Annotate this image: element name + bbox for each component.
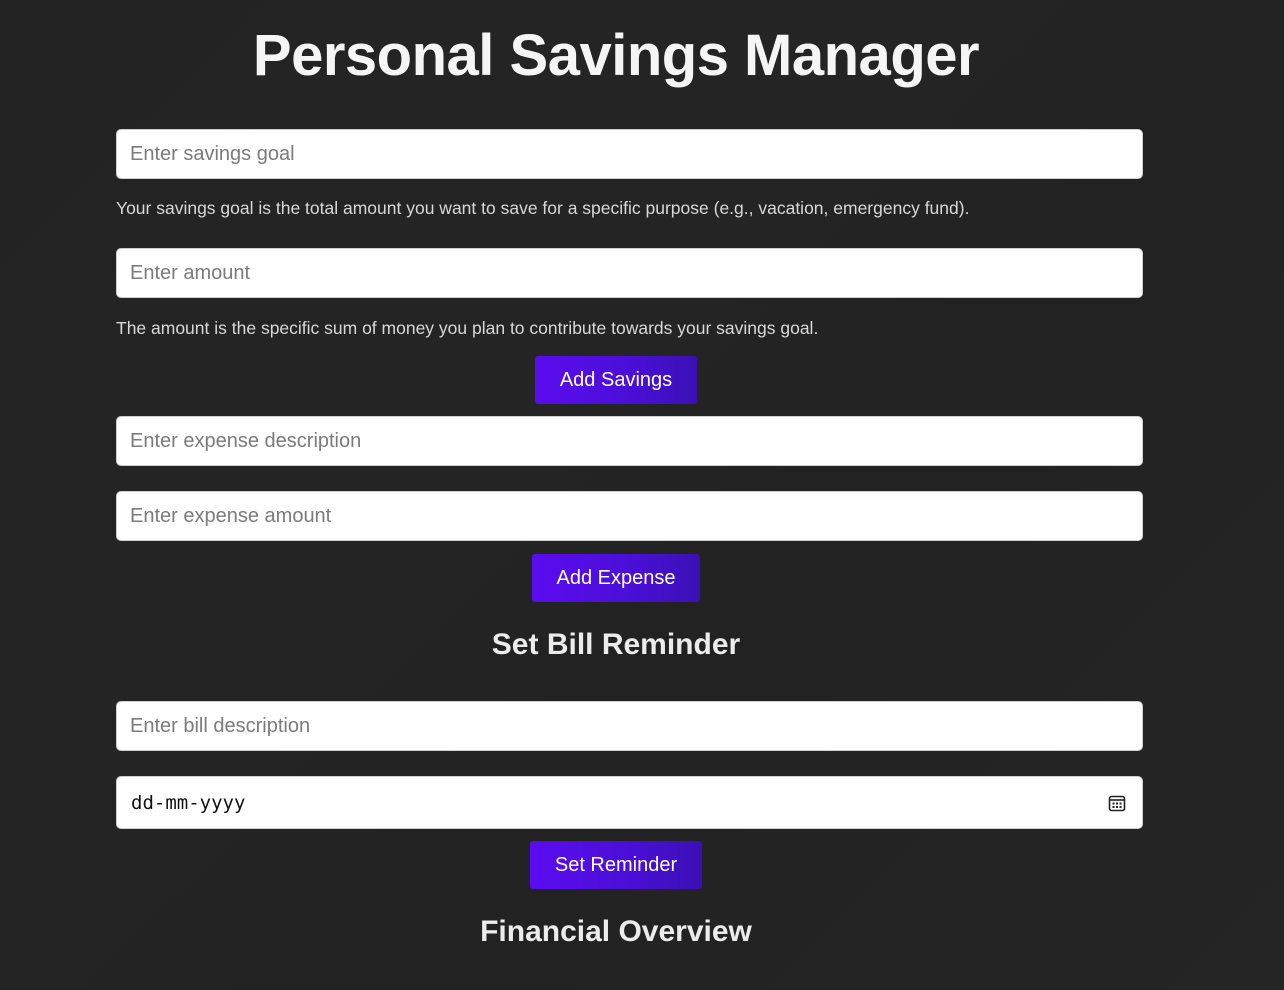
expense-amount-input[interactable] bbox=[116, 491, 1143, 541]
add-savings-button[interactable]: Add Savings bbox=[535, 356, 697, 404]
page-title: Personal Savings Manager bbox=[252, 23, 980, 88]
add-expense-button[interactable]: Add Expense bbox=[532, 554, 700, 602]
date-placeholder: dd-mm-yyyy bbox=[131, 792, 246, 814]
bill-reminder-heading: Set Bill Reminder bbox=[491, 628, 741, 661]
savings-goal-input[interactable] bbox=[116, 129, 1143, 179]
savings-amount-help-text: The amount is the specific sum of money … bbox=[116, 318, 819, 338]
savings-goal-help-text: Your savings goal is the total amount yo… bbox=[116, 198, 970, 218]
bill-date-input[interactable]: dd-mm-yyyy bbox=[116, 776, 1143, 829]
set-reminder-button[interactable]: Set Reminder bbox=[530, 841, 702, 889]
calendar-icon[interactable] bbox=[1108, 794, 1126, 812]
expense-description-input[interactable] bbox=[116, 416, 1143, 466]
bill-description-input[interactable] bbox=[116, 701, 1143, 751]
savings-amount-input[interactable] bbox=[116, 248, 1143, 298]
financial-overview-heading: Financial Overview bbox=[480, 915, 752, 948]
